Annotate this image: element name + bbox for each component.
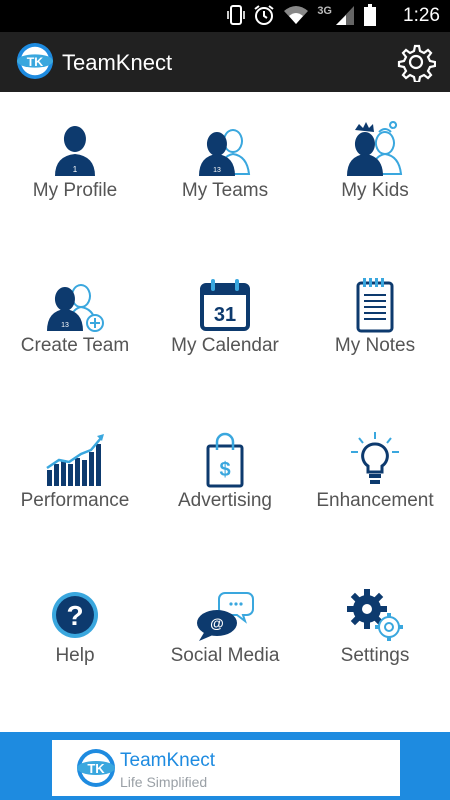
menu-tile-label: My Teams bbox=[181, 180, 269, 201]
chat-bubbles-icon: @ bbox=[197, 592, 254, 641]
app-logo: TK bbox=[16, 42, 54, 80]
menu-tile-my-calendar[interactable]: 31 My Calendar bbox=[150, 247, 300, 397]
menu-tile-my-notes[interactable]: My Notes bbox=[300, 247, 450, 397]
settings-gear-icon[interactable] bbox=[396, 42, 436, 82]
lightbulb-icon bbox=[351, 432, 399, 484]
menu-tile-label: Settings bbox=[340, 645, 410, 666]
add-team-icon: 13 bbox=[47, 284, 104, 332]
menu-tile-my-teams[interactable]: 13 My Teams bbox=[150, 92, 300, 242]
menu-tile-label: Enhancement bbox=[316, 490, 434, 511]
question-mark: ? bbox=[66, 600, 83, 631]
signal-icon bbox=[336, 6, 354, 25]
svg-text:1: 1 bbox=[73, 165, 78, 174]
notepad-icon bbox=[356, 278, 394, 333]
menu-tile-my-kids[interactable]: My Kids bbox=[300, 92, 450, 242]
calendar-icon: 31 bbox=[200, 279, 250, 331]
banner-subtitle: Life Simplified bbox=[120, 774, 208, 790]
chart-icon bbox=[46, 434, 104, 486]
at-sign: @ bbox=[210, 615, 224, 631]
menu-tile-advertising[interactable]: $ Advertising bbox=[150, 402, 300, 552]
menu-tile-enhancement[interactable]: Enhancement bbox=[300, 402, 450, 552]
menu-tile-label: Social Media bbox=[170, 645, 280, 666]
wifi-icon bbox=[284, 6, 309, 24]
svg-text:13: 13 bbox=[213, 167, 221, 174]
network-type: 3G bbox=[317, 5, 332, 17]
dollar-sign: $ bbox=[219, 459, 230, 481]
main-menu-grid: 1 My Profile 13 My Teams My Kids 13 Crea… bbox=[0, 92, 450, 732]
question-icon: ? bbox=[52, 592, 98, 638]
kids-icon bbox=[347, 121, 403, 176]
app-title: TeamKnect bbox=[62, 50, 173, 75]
menu-tile-label: Help bbox=[55, 645, 95, 666]
status-time: 1:26 bbox=[403, 5, 440, 26]
banner-title: TeamKnect bbox=[120, 750, 216, 771]
gears-icon bbox=[347, 589, 403, 641]
app-bar: TK TeamKnect bbox=[0, 32, 450, 92]
app-logo-text: TK bbox=[27, 55, 44, 69]
status-icons: 3G bbox=[227, 4, 376, 26]
ad-banner[interactable]: TK TeamKnect Life Simplified bbox=[52, 740, 400, 796]
banner-logo-text: TK bbox=[87, 761, 105, 776]
menu-tile-label: Performance bbox=[20, 490, 130, 511]
banner-logo: TK bbox=[77, 749, 115, 787]
menu-tile-label: My Profile bbox=[32, 180, 118, 201]
person-icon: 1 bbox=[55, 126, 95, 176]
status-bar: 3G 1:26 bbox=[0, 0, 450, 32]
menu-tile-label: Advertising bbox=[178, 490, 272, 511]
menu-tile-my-profile[interactable]: 1 My Profile bbox=[0, 92, 150, 242]
menu-tile-label: My Kids bbox=[341, 180, 409, 201]
footer-bar: TK TeamKnect Life Simplified bbox=[0, 732, 450, 800]
team-icon: 13 bbox=[199, 129, 251, 176]
menu-tile-label: My Calendar bbox=[171, 335, 279, 356]
menu-tile-performance[interactable]: Performance bbox=[0, 402, 150, 552]
menu-tile-label: Create Team bbox=[20, 335, 130, 356]
menu-tile-social-media[interactable]: @ Social Media bbox=[150, 557, 300, 707]
vibrate-icon bbox=[227, 5, 246, 25]
menu-tile-create-team[interactable]: 13 Create Team bbox=[0, 247, 150, 397]
shopping-bag-icon: $ bbox=[206, 432, 244, 488]
menu-tile-settings[interactable]: Settings bbox=[300, 557, 450, 707]
svg-text:13: 13 bbox=[61, 322, 69, 329]
menu-tile-label: My Notes bbox=[334, 335, 416, 356]
alarm-icon bbox=[254, 5, 274, 25]
menu-tile-help[interactable]: ? Help bbox=[0, 557, 150, 707]
calendar-day: 31 bbox=[214, 304, 236, 326]
battery-icon bbox=[364, 4, 376, 26]
